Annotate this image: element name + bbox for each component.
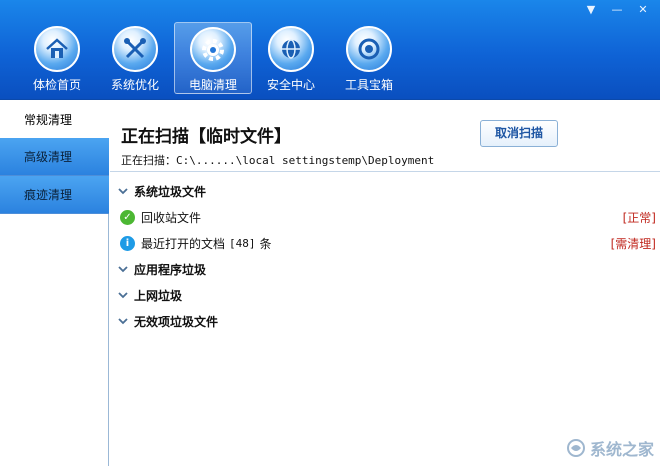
status-badge: [正常] bbox=[622, 210, 656, 225]
menu-dropdown-icon[interactable]: ▼ bbox=[580, 2, 602, 18]
nav-item-security[interactable]: 安全中心 bbox=[252, 22, 330, 94]
watermark-text: 系统之家 bbox=[589, 440, 654, 459]
watermark: 系统之家 bbox=[566, 436, 654, 460]
nav-label: 系统优化 bbox=[110, 78, 159, 92]
main-nav: 体检首页 系统优化 电脑清理 安全中心 工具宝箱 bbox=[18, 22, 408, 94]
check-icon: ✓ bbox=[120, 209, 135, 225]
sidebar-item-trace-clean[interactable]: 痕迹清理 bbox=[0, 176, 109, 214]
item-count: [48] bbox=[229, 236, 256, 250]
scan-prefix: 正在扫描： bbox=[121, 154, 176, 167]
tree-item-label: 回收站文件 bbox=[141, 210, 202, 225]
tree-group-invalid-junk[interactable]: 无效项垃圾文件 bbox=[110, 308, 660, 334]
aperture-icon bbox=[346, 26, 392, 72]
close-button[interactable]: ✕ bbox=[632, 2, 654, 18]
tree-group-label: 应用程序垃圾 bbox=[134, 262, 207, 277]
item-unit: 条 bbox=[259, 236, 272, 251]
minimize-button[interactable]: — bbox=[606, 2, 628, 18]
sidebar-item-label: 高级清理 bbox=[24, 150, 73, 164]
sidebar-item-advanced-clean[interactable]: 高级清理 bbox=[0, 138, 109, 176]
status-badge: [需清理] bbox=[610, 236, 656, 251]
watermark-logo-icon bbox=[566, 439, 585, 457]
gear-icon bbox=[190, 27, 236, 72]
sidebar-item-label: 常规清理 bbox=[24, 112, 73, 127]
main-panel: 正在扫描【临时文件】 取消扫描 正在扫描：C:\......\local set… bbox=[110, 100, 660, 466]
nav-label: 安全中心 bbox=[266, 78, 315, 92]
sidebar: 常规清理 高级清理 痕迹清理 bbox=[0, 100, 109, 466]
scan-path: C:\......\local settingstemp\Deployment bbox=[176, 154, 435, 167]
tree-group-label: 无效项垃圾文件 bbox=[134, 314, 219, 329]
tree-group-label: 上网垃圾 bbox=[134, 288, 183, 303]
nav-item-toolbox[interactable]: 工具宝箱 bbox=[330, 22, 408, 94]
nav-label: 工具宝箱 bbox=[344, 78, 393, 92]
globe-icon bbox=[268, 26, 314, 72]
chevron-down-icon bbox=[118, 188, 128, 195]
nav-item-clean[interactable]: 电脑清理 bbox=[174, 22, 252, 94]
cancel-scan-button[interactable]: 取消扫描 bbox=[480, 120, 558, 147]
top-header: ▼ — ✕ 体检首页 系统优化 电脑清理 安全中心 工具宝箱 bbox=[0, 0, 660, 100]
sidebar-item-label: 痕迹清理 bbox=[24, 188, 73, 202]
nav-item-home[interactable]: 体检首页 bbox=[18, 22, 96, 94]
info-icon: i bbox=[120, 235, 135, 251]
home-icon bbox=[34, 26, 80, 72]
chevron-down-icon bbox=[118, 318, 128, 325]
chevron-down-icon bbox=[118, 292, 128, 299]
scan-tree: 系统垃圾文件 ✓ 回收站文件 [正常] i 最近打开的文档 [48] 条 [需清… bbox=[110, 178, 660, 334]
nav-item-optimize[interactable]: 系统优化 bbox=[96, 22, 174, 94]
page-title: 正在扫描【临时文件】 bbox=[121, 127, 291, 147]
tree-group-internet-junk[interactable]: 上网垃圾 bbox=[110, 282, 660, 308]
tree-group-label: 系统垃圾文件 bbox=[134, 184, 207, 199]
tree-item-label: 最近打开的文档 bbox=[141, 236, 226, 251]
sidebar-item-general-clean[interactable]: 常规清理 bbox=[0, 100, 109, 138]
nav-label: 电脑清理 bbox=[188, 78, 237, 92]
window-controls: ▼ — ✕ bbox=[580, 2, 654, 18]
scan-path-line: 正在扫描：C:\......\local settingstemp\Deploy… bbox=[121, 152, 434, 168]
tree-item-recycle-bin[interactable]: ✓ 回收站文件 [正常] bbox=[110, 204, 660, 230]
tree-item-recent-docs[interactable]: i 最近打开的文档 [48] 条 [需清理] bbox=[110, 230, 660, 256]
chevron-down-icon bbox=[118, 266, 128, 273]
nav-label: 体检首页 bbox=[32, 78, 81, 92]
tree-group-system-junk[interactable]: 系统垃圾文件 bbox=[110, 178, 660, 204]
tree-group-app-junk[interactable]: 应用程序垃圾 bbox=[110, 256, 660, 282]
tools-icon bbox=[112, 26, 158, 72]
divider bbox=[110, 171, 660, 172]
